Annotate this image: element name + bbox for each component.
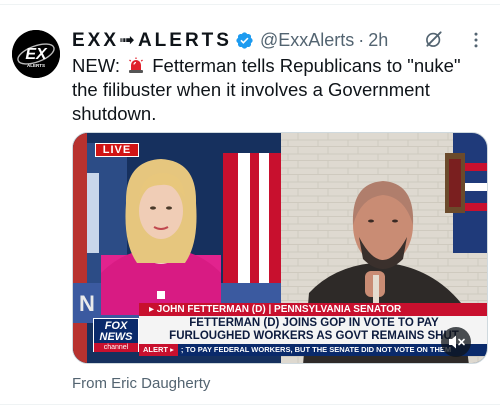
svg-text:N: N bbox=[79, 291, 95, 316]
news-ticker: ALERT ▸; TO PAY FEDERAL WORKERS, BUT THE… bbox=[139, 344, 487, 356]
headline-line-2: FURLOUGHED WORKERS AS GOVT REMAINS SHUT bbox=[169, 330, 459, 342]
top-divider bbox=[0, 4, 500, 5]
author-handle[interactable]: @ExxAlerts bbox=[260, 30, 354, 51]
fox-news-logo: FOX NEWS channel bbox=[93, 318, 139, 352]
ticker-text: ; TO PAY FEDERAL WORKERS, BUT THE SENATE… bbox=[180, 345, 452, 354]
avatar[interactable]: EX ALERTS bbox=[12, 30, 60, 78]
separator-dot: · bbox=[358, 29, 365, 50]
tweet-text: NEW: Fetterman tells Republicans to "nuk… bbox=[72, 54, 482, 126]
tweet-header: EXX➟ALERTS @ExxAlerts · 2h bbox=[72, 28, 490, 52]
grok-icon[interactable] bbox=[424, 29, 444, 49]
mute-button[interactable] bbox=[441, 327, 471, 357]
network-line-3: channel bbox=[94, 343, 138, 352]
timestamp[interactable]: 2h bbox=[368, 30, 388, 51]
ticker-alert-label: ALERT ▸ bbox=[139, 344, 178, 356]
chyron-name-bar: ▸ JOHN FETTERMAN (D) | PENNSYLVANIA SENA… bbox=[139, 303, 487, 316]
bottom-divider bbox=[0, 404, 500, 405]
svg-text:ALERTS: ALERTS bbox=[27, 63, 45, 68]
headline-line-1: FETTERMAN (D) JOINS GOP IN VOTE TO PAY bbox=[189, 317, 439, 329]
live-badge: LIVE bbox=[95, 143, 139, 157]
tweet-text-prefix: NEW: bbox=[72, 55, 120, 76]
network-line-2: NEWS bbox=[99, 331, 133, 343]
media-attribution[interactable]: From Eric Daugherty bbox=[72, 375, 210, 392]
verified-badge-icon bbox=[236, 31, 253, 49]
exx-logo-icon: EX ALERTS bbox=[12, 30, 60, 78]
police-siren-icon bbox=[129, 57, 144, 73]
speaker-muted-icon bbox=[449, 335, 465, 349]
more-options-icon[interactable] bbox=[466, 30, 486, 50]
author-name[interactable]: EXX➟ALERTS bbox=[72, 29, 232, 52]
svg-text:EX: EX bbox=[25, 46, 48, 63]
video-player[interactable]: N LIVE FOX NEWS channel ▸ JOHN FETTERMAN… bbox=[72, 132, 488, 364]
chyron-headline: FETTERMAN (D) JOINS GOP IN VOTE TO PAY F… bbox=[139, 316, 487, 344]
